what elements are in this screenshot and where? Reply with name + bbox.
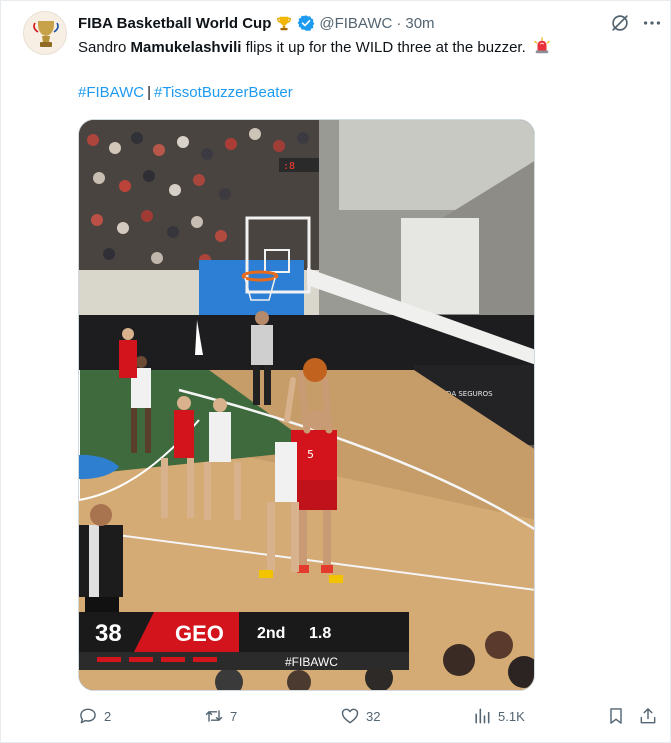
bookmark-button[interactable] <box>606 704 626 728</box>
repost-button[interactable]: 7 <box>204 704 237 728</box>
siren-icon <box>534 37 550 54</box>
avatar[interactable] <box>23 11 67 55</box>
tweet-card[interactable]: FIBA Basketball World Cup @FIBAWC · 30m … <box>0 0 671 743</box>
display-name[interactable]: FIBA Basketball World Cup <box>78 15 271 32</box>
video-frame: :8 REAL VIDA SEGUROS 5 38 GEO 2nd 1.8 #F… <box>79 120 534 690</box>
reply-icon <box>80 708 96 724</box>
repost-count: 7 <box>230 708 238 724</box>
tweet-text-start: Sandro <box>78 39 131 56</box>
fiba-trophy-logo <box>24 12 66 54</box>
scoreboard: 38 GEO 2nd 1.8 #FIBAWC <box>79 612 409 670</box>
grok-icon[interactable] <box>609 12 631 34</box>
tweet-actions: 2 7 32 5.1K <box>78 704 658 728</box>
hashtag-fibawc[interactable]: #FIBAWC <box>78 84 144 101</box>
handle[interactable]: @FIBAWC <box>319 15 392 32</box>
analytics-icon <box>475 708 490 724</box>
heart-icon <box>341 708 359 724</box>
timestamp[interactable]: 30m <box>405 15 434 32</box>
tweet-header: FIBA Basketball World Cup @FIBAWC · 30m <box>78 13 435 33</box>
svg-text::8: :8 <box>283 161 295 172</box>
like-button[interactable]: 32 <box>340 704 380 728</box>
hashtag-tissot-buzzer-beater[interactable]: #TissotBuzzerBeater <box>154 84 293 101</box>
like-count: 32 <box>366 708 381 724</box>
share-icon <box>640 708 656 724</box>
share-button[interactable] <box>638 704 658 728</box>
scoreboard-score: 38 <box>95 620 122 647</box>
reply-button[interactable]: 2 <box>78 704 111 728</box>
video-player[interactable]: :8 REAL VIDA SEGUROS 5 38 GEO 2nd 1.8 #F… <box>78 119 535 691</box>
scoreboard-period: 2nd <box>257 625 285 642</box>
verified-badge-icon[interactable] <box>297 14 315 32</box>
separator-dot: · <box>396 14 402 32</box>
tweet-text-player: Mamukelashvili <box>130 39 242 56</box>
repost-icon <box>205 710 223 722</box>
scoreboard-hashtag: #FIBAWC <box>285 655 338 669</box>
hashtag-separator: | <box>147 84 152 101</box>
more-icon[interactable] <box>641 12 663 34</box>
tweet-text-end: flips it up for the WILD three at the bu… <box>241 39 526 56</box>
scoreboard-team: GEO <box>175 621 224 646</box>
player-number: 5 <box>307 448 314 461</box>
hashtags: #FIBAWC | #TissotBuzzerBeater <box>78 83 293 103</box>
bookmark-icon <box>610 708 622 724</box>
reply-count: 2 <box>104 708 112 724</box>
trophy-icon <box>277 16 292 31</box>
view-count: 5.1K <box>498 708 525 724</box>
scoreboard-clock: 1.8 <box>309 625 331 642</box>
tweet-text: Sandro Mamukelashvili flips it up for th… <box>78 37 658 58</box>
views-button[interactable]: 5.1K <box>472 704 525 728</box>
banner-board <box>401 218 479 314</box>
basketball <box>303 358 327 382</box>
